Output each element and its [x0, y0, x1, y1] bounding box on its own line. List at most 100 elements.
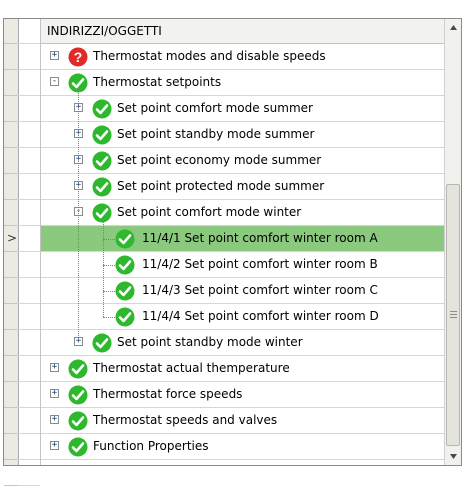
tree-row[interactable]: + Set point comfort mode summer	[41, 96, 444, 122]
check-circle-icon	[92, 99, 112, 119]
tree-row-label: Function Properties	[93, 439, 209, 453]
tree-row[interactable]: +? Thermostat modes and disable speeds	[41, 44, 444, 70]
expand-icon[interactable]: +	[50, 441, 59, 450]
gutter-cell	[18, 148, 40, 174]
tree-row[interactable]: + Function Properties	[41, 434, 444, 460]
gutter-cell	[18, 44, 40, 70]
row-header-cell[interactable]	[4, 200, 18, 226]
tree-row-label: 11/4/4 Set point comfort winter room D	[142, 309, 379, 323]
row-header-cell[interactable]	[4, 174, 18, 200]
row-header-cell[interactable]	[4, 252, 18, 278]
tree-row[interactable]: + Set point protected mode summer	[41, 174, 444, 200]
gutter-cell	[18, 434, 40, 460]
check-circle-icon	[68, 385, 88, 405]
tree-row[interactable]: 11/4/4 Set point comfort winter room D	[41, 304, 444, 330]
tree-row-label: Thermostat modes and disable speeds	[93, 49, 326, 63]
tree-connector-line	[78, 88, 79, 342]
row-header-cell[interactable]	[4, 434, 18, 460]
expand-icon[interactable]: +	[50, 363, 59, 372]
row-header-cell[interactable]: >	[4, 226, 18, 252]
column-header[interactable]: INDIRIZZI/OGGETTI	[41, 19, 444, 44]
tree-row-label: Set point standby mode winter	[117, 335, 303, 349]
check-circle-icon	[92, 125, 112, 145]
gutter-cell	[18, 96, 40, 122]
tree-row[interactable]: 11/4/2 Set point comfort winter room B	[41, 252, 444, 278]
tree-row-label: Thermostat actual themperature	[93, 361, 290, 375]
row-header-cell[interactable]	[4, 408, 18, 434]
tree-connector-line	[103, 291, 115, 292]
gutter-cell	[18, 200, 40, 226]
check-circle-icon	[115, 255, 135, 275]
question-circle-icon: ?	[68, 47, 88, 67]
check-circle-icon	[92, 177, 112, 197]
check-circle-icon	[68, 437, 88, 457]
scroll-thumb[interactable]	[446, 184, 460, 446]
arrow-up-icon	[450, 25, 457, 30]
current-row-marker: >	[7, 231, 18, 245]
tree-row[interactable]: - Thermostat setpoints	[41, 70, 444, 96]
row-header-cell[interactable]	[4, 356, 18, 382]
gutter-cell	[18, 278, 40, 304]
tree-row[interactable]: + Set point economy mode summer	[41, 148, 444, 174]
row-header-cell[interactable]	[4, 44, 18, 70]
row-header-cell[interactable]	[4, 460, 18, 486]
tree-row[interactable]: + Thermostat force speeds	[41, 382, 444, 408]
tree-row[interactable]: + Thermostat actual themperature	[41, 356, 444, 382]
tree-row-label: 11/4/3 Set point comfort winter room C	[142, 283, 378, 297]
tree-row-label: Set point comfort mode winter	[117, 205, 302, 219]
row-header-column: >	[4, 19, 19, 486]
row-header-cell[interactable]	[4, 96, 18, 122]
gutter-cell	[18, 356, 40, 382]
gutter-cell	[18, 252, 40, 278]
gutter-header-cell	[18, 19, 40, 44]
scroll-up-button[interactable]	[446, 19, 461, 36]
collapse-icon[interactable]: -	[50, 77, 59, 86]
tree-connector-line	[103, 317, 115, 318]
row-header-cell[interactable]	[4, 382, 18, 408]
tree-row-label: 11/4/2 Set point comfort winter room B	[142, 257, 378, 271]
arrow-down-icon	[450, 454, 457, 459]
row-header-corner	[4, 19, 18, 44]
gutter-cell	[18, 174, 40, 200]
row-header-cell[interactable]	[4, 278, 18, 304]
tree-row-label: Thermostat setpoints	[93, 75, 222, 89]
gutter-cell	[18, 330, 40, 356]
gutter-cell	[18, 70, 40, 96]
gutter-cell	[18, 382, 40, 408]
tree-row[interactable]: + Set point standby mode winter	[41, 330, 444, 356]
scroll-down-button[interactable]	[446, 448, 461, 465]
check-circle-icon	[92, 203, 112, 223]
row-header-cell[interactable]	[4, 70, 18, 96]
tree-connector-line	[103, 265, 115, 266]
tree-row-label: Thermostat speeds and valves	[93, 413, 278, 427]
check-circle-icon	[68, 411, 88, 431]
expand-icon[interactable]: +	[50, 389, 59, 398]
vertical-scrollbar[interactable]	[444, 19, 461, 465]
tree-connector-line	[103, 218, 104, 317]
tree-row[interactable]: 11/4/3 Set point comfort winter room C	[41, 278, 444, 304]
check-circle-icon	[92, 333, 112, 353]
row-header-cell[interactable]	[4, 330, 18, 356]
svg-text:?: ?	[74, 49, 83, 65]
tree-row[interactable]: - Set point comfort mode winter	[41, 200, 444, 226]
check-circle-icon	[115, 281, 135, 301]
check-circle-icon	[68, 359, 88, 379]
tree-content: INDIRIZZI/OGGETTI +? Thermostat modes and…	[41, 19, 444, 465]
expand-icon[interactable]: +	[50, 415, 59, 424]
tree-row[interactable]: + Set point standby mode summer	[41, 122, 444, 148]
row-header-cell[interactable]	[4, 304, 18, 330]
expand-icon[interactable]: +	[50, 51, 59, 60]
tree-row-label: Set point economy mode summer	[117, 153, 322, 167]
tree-row[interactable]: 11/4/1 Set point comfort winter room A	[41, 226, 444, 252]
tree-row-label: Thermostat force speeds	[93, 387, 243, 401]
row-header-cell[interactable]	[4, 148, 18, 174]
gutter-cell	[18, 460, 40, 486]
gutter-cell	[18, 408, 40, 434]
indent-gutter	[18, 19, 41, 486]
gutter-cell	[18, 226, 40, 252]
row-header-cell[interactable]	[4, 122, 18, 148]
column-header-label: INDIRIZZI/OGGETTI	[47, 24, 162, 38]
tree-row[interactable]: + Thermostat speeds and valves	[41, 408, 444, 434]
tree-row-label: Set point protected mode summer	[117, 179, 325, 193]
tree-row-label: 11/4/1 Set point comfort winter room A	[142, 231, 378, 245]
